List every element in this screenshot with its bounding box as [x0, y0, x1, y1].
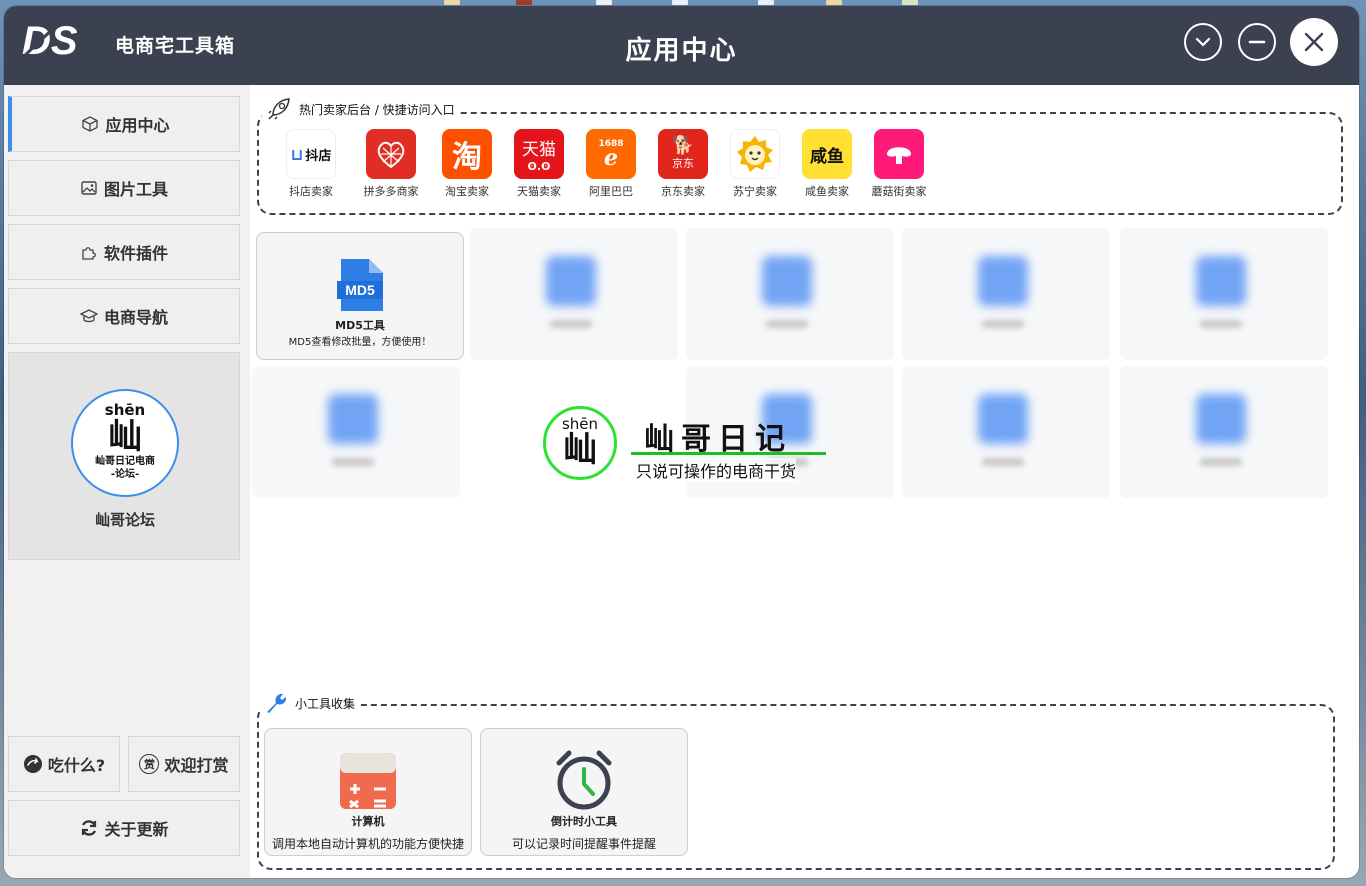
- cube-icon: [82, 116, 99, 132]
- jd-icon: 🐕 京东: [658, 129, 708, 179]
- calculator-tool-name: 计算机: [351, 815, 385, 828]
- countdown-tool-card[interactable]: 倒计时小工具 可以记录时间提醒事件提醒: [480, 728, 688, 856]
- blurred-tool-card: [470, 228, 678, 360]
- reward-label: 欢迎打赏: [164, 756, 229, 775]
- shop-label: 天猫卖家: [517, 185, 561, 198]
- image-icon: [81, 181, 97, 195]
- sidebar-item-label: 应用中心: [105, 116, 170, 135]
- blurred-tool-card: [686, 228, 894, 360]
- shop-mogujie[interactable]: 蘑菇街卖家: [864, 129, 934, 199]
- what-to-eat-button[interactable]: 吃什么?: [8, 736, 120, 792]
- graduation-cap-icon: [79, 309, 98, 323]
- douyin-icon: ⊔ 抖店: [286, 129, 336, 179]
- countdown-tool-name: 倒计时小工具: [551, 815, 617, 828]
- blurred-tool-card: [252, 366, 460, 498]
- shop-label: 苏宁卖家: [733, 185, 777, 198]
- md5-tool-desc: MD5查看修改批量，方便使用！: [288, 337, 432, 348]
- refresh-icon: [82, 820, 97, 836]
- shop-douyin[interactable]: ⊔ 抖店 抖店卖家: [276, 129, 346, 199]
- countdown-tool-desc: 可以记录时间提醒事件提醒: [511, 837, 656, 851]
- puzzle-icon: [82, 247, 96, 260]
- forum-logo-line2: -论坛-: [110, 469, 140, 480]
- shop-label: 京东卖家: [661, 185, 705, 198]
- about-update-button[interactable]: 关于更新: [8, 800, 240, 856]
- taobao-icon: 淘: [442, 129, 492, 179]
- close-icon: [1304, 32, 1324, 52]
- shop-label: 咸鱼卖家: [805, 185, 849, 198]
- collapse-button[interactable]: [1184, 23, 1222, 61]
- md5-file-icon: MD5: [337, 259, 383, 311]
- forum-label: 屾哥论坛: [94, 511, 155, 529]
- md5-file-icon-text: MD5: [345, 282, 375, 298]
- title-bar: DS 电商宅工具箱 应用中心: [4, 6, 1359, 85]
- close-button[interactable]: [1290, 18, 1338, 66]
- blurred-tool-card: [1120, 228, 1328, 360]
- watermark-logo: shēn 屾: [543, 406, 617, 480]
- sidebar-item-label: 电商导航: [103, 308, 168, 327]
- shop-pinduoduo[interactable]: 拼多多商家: [356, 129, 426, 199]
- shop-xianyu[interactable]: 咸鱼 咸鱼卖家: [792, 129, 862, 199]
- small-tools-title-text: 小工具收集: [295, 696, 356, 711]
- shop-label: 抖店卖家: [289, 185, 333, 198]
- blurred-tool-card: [902, 366, 1110, 498]
- forum-logo-line1: 屾哥日记电商: [95, 456, 155, 467]
- calculator-tool-card[interactable]: 计算机 调用本地自动计算机的功能方便快捷: [264, 728, 472, 856]
- sidebar-item-software-plugins[interactable]: 软件插件: [8, 224, 240, 280]
- alarm-clock-icon: [556, 750, 612, 810]
- reward-icon: 赏: [139, 754, 160, 774]
- blurred-tool-card: [902, 228, 1110, 360]
- mogujie-icon: [874, 129, 924, 179]
- shop-tmall[interactable]: 天猫 ʘ.ʘ 天猫卖家: [504, 129, 574, 199]
- forum-card[interactable]: shēn 屾 屾哥日记电商 -论坛- 屾哥论坛: [8, 352, 240, 560]
- suning-icon: [730, 129, 780, 179]
- small-tools-title: 小工具收集: [260, 690, 359, 716]
- minimize-button[interactable]: [1238, 23, 1276, 61]
- chevron-down-icon: [1195, 37, 1211, 47]
- shop-label: 拼多多商家: [363, 185, 419, 198]
- hot-sellers-title-text: 热门卖家后台 / 快捷访问入口: [299, 102, 455, 117]
- shop-jd[interactable]: 🐕 京东 京东卖家: [648, 129, 718, 199]
- tmall-icon: 天猫 ʘ.ʘ: [514, 129, 564, 179]
- wrench-icon: [267, 693, 287, 713]
- watermark-glyph: 屾: [563, 430, 597, 470]
- minimize-icon: [1248, 40, 1266, 44]
- sidebar-item-image-tools[interactable]: 图片工具: [8, 160, 240, 216]
- sidebar-item-label: 软件插件: [103, 244, 168, 263]
- blurred-tool-card: [1120, 366, 1328, 498]
- watermark-subtitle: 只说可操作的电商干货: [636, 458, 797, 482]
- reward-button[interactable]: 赏 欢迎打赏: [128, 736, 240, 792]
- what-to-eat-label: 吃什么?: [47, 756, 106, 775]
- calculator-tool-desc: 调用本地自动计算机的功能方便快捷: [271, 837, 464, 851]
- watermark: shēn 屾 屾哥日记 只说可操作的电商干货: [539, 402, 829, 482]
- sidebar-item-label: 图片工具: [103, 180, 168, 199]
- alibaba-icon: 1688 ℯ: [586, 129, 636, 179]
- rocket-icon: [268, 98, 290, 120]
- window-title: 应用中心: [625, 36, 738, 66]
- shop-label: 蘑菇街卖家: [871, 185, 927, 198]
- shop-suning[interactable]: 苏宁卖家: [720, 129, 790, 199]
- shop-label: 阿里巴巴: [589, 185, 633, 198]
- hot-sellers-title: 热门卖家后台 / 快捷访问入口: [262, 95, 458, 123]
- sidebar-item-app-center[interactable]: 应用中心: [8, 96, 240, 152]
- share-arrow-icon: [23, 755, 42, 773]
- sidebar: 应用中心 图片工具 软件插件 电商导航 shēn 屾 屾哥日记电商 -论坛- 屾…: [4, 85, 250, 878]
- pinduoduo-icon: [366, 129, 416, 179]
- about-update-label: 关于更新: [104, 820, 169, 839]
- shop-alibaba[interactable]: 1688 ℯ 阿里巴巴: [576, 129, 646, 199]
- watermark-underline: [631, 452, 826, 455]
- calculator-icon: [340, 753, 396, 809]
- forum-logo-glyph: 屾: [108, 417, 142, 457]
- forum-logo: shēn 屾 屾哥日记电商 -论坛-: [71, 389, 179, 497]
- shop-label: 淘宝卖家: [445, 185, 489, 198]
- shop-taobao[interactable]: 淘 淘宝卖家: [432, 129, 502, 199]
- md5-tool-card[interactable]: MD5 MD5工具 MD5查看修改批量，方便使用！: [256, 232, 464, 360]
- md5-tool-name: MD5工具: [335, 319, 385, 332]
- xianyu-icon: 咸鱼: [802, 129, 852, 179]
- app-window: DS 电商宅工具箱 应用中心 应用中心 图片工具 软件插件 电商导航 shēn …: [4, 6, 1359, 878]
- sidebar-item-ecommerce-nav[interactable]: 电商导航: [8, 288, 240, 344]
